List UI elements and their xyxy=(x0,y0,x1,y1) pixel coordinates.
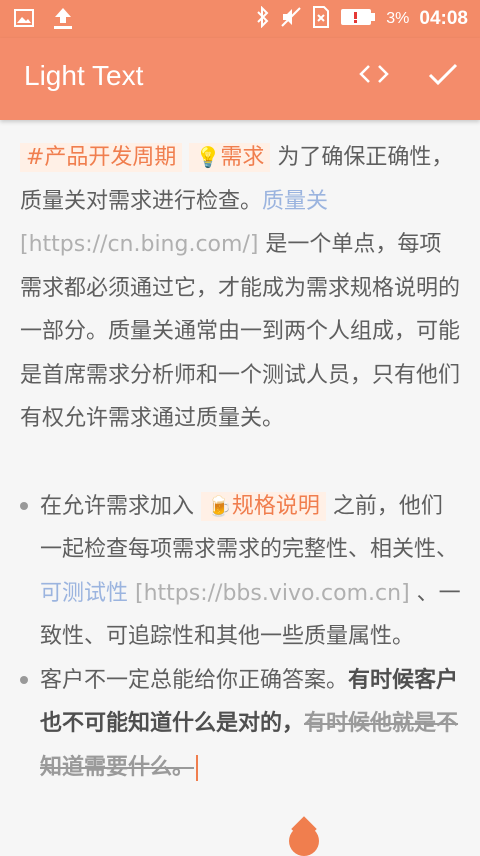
upload-icon xyxy=(52,6,74,34)
bullet-dot xyxy=(20,675,28,684)
check-icon[interactable] xyxy=(428,62,458,90)
link-url: [https://bbs.vivo.com.cn] xyxy=(128,580,410,606)
list-item: 在允许需求加入 🍺规格说明 之前，他们一起检查每项需求需求的完整性、相关性、可测… xyxy=(20,485,462,659)
status-bar: 3% 04:08 xyxy=(0,0,480,38)
clock: 04:08 xyxy=(419,8,468,29)
bullet-dot xyxy=(20,501,28,510)
sim-icon xyxy=(312,6,330,32)
hashtag-chip[interactable]: #产品开发周期 xyxy=(20,143,183,172)
editor-content[interactable]: #产品开发周期 💡需求 为了确保正确性，质量关对需求进行检查。质量关 [https… xyxy=(20,136,462,789)
list-item: 客户不一定总能给你正确答案。有时候客户也不可能知道什么是对的，有时候他就是不知道… xyxy=(20,659,462,790)
spec-chip-label: 规格说明 xyxy=(231,493,320,519)
cursor-handle[interactable] xyxy=(289,826,319,856)
link-url: [https://cn.bing.com/] xyxy=(20,232,259,257)
app-bar: Light Text xyxy=(0,38,480,120)
requirement-chip[interactable]: 💡需求 xyxy=(189,143,271,172)
bullet-list: 在允许需求加入 🍺规格说明 之前，他们一起检查每项需求需求的完整性、相关性、可测… xyxy=(20,485,462,790)
spec-chip[interactable]: 🍺规格说明 xyxy=(201,491,326,521)
paragraph-text: 是一个单点，每项需求都必须通过它，才能成为需求规格说明的一部分。质量关通常由一到… xyxy=(20,232,461,431)
paragraph: #产品开发周期 💡需求 为了确保正确性，质量关对需求进行检查。质量关 [https… xyxy=(20,136,462,441)
list-item-text: 在允许需求加入 xyxy=(40,493,201,519)
battery-percent: 3% xyxy=(386,10,410,27)
battery-low-icon xyxy=(340,7,376,31)
beer-icon: 🍺 xyxy=(207,493,232,518)
code-toggle-icon[interactable] xyxy=(358,63,390,89)
mute-icon xyxy=(280,6,302,32)
text-cursor xyxy=(196,754,199,781)
bluetooth-icon xyxy=(256,5,270,32)
list-item-text: 客户不一定总能给你正确答案。 xyxy=(40,667,349,693)
quality-gate-link[interactable]: 质量关 xyxy=(262,189,328,214)
lightbulb-icon: 💡 xyxy=(195,145,221,169)
image-icon xyxy=(14,8,34,32)
app-title: Light Text xyxy=(24,60,144,91)
requirement-chip-label: 需求 xyxy=(220,145,265,170)
testability-link[interactable]: 可测试性 xyxy=(40,581,128,606)
